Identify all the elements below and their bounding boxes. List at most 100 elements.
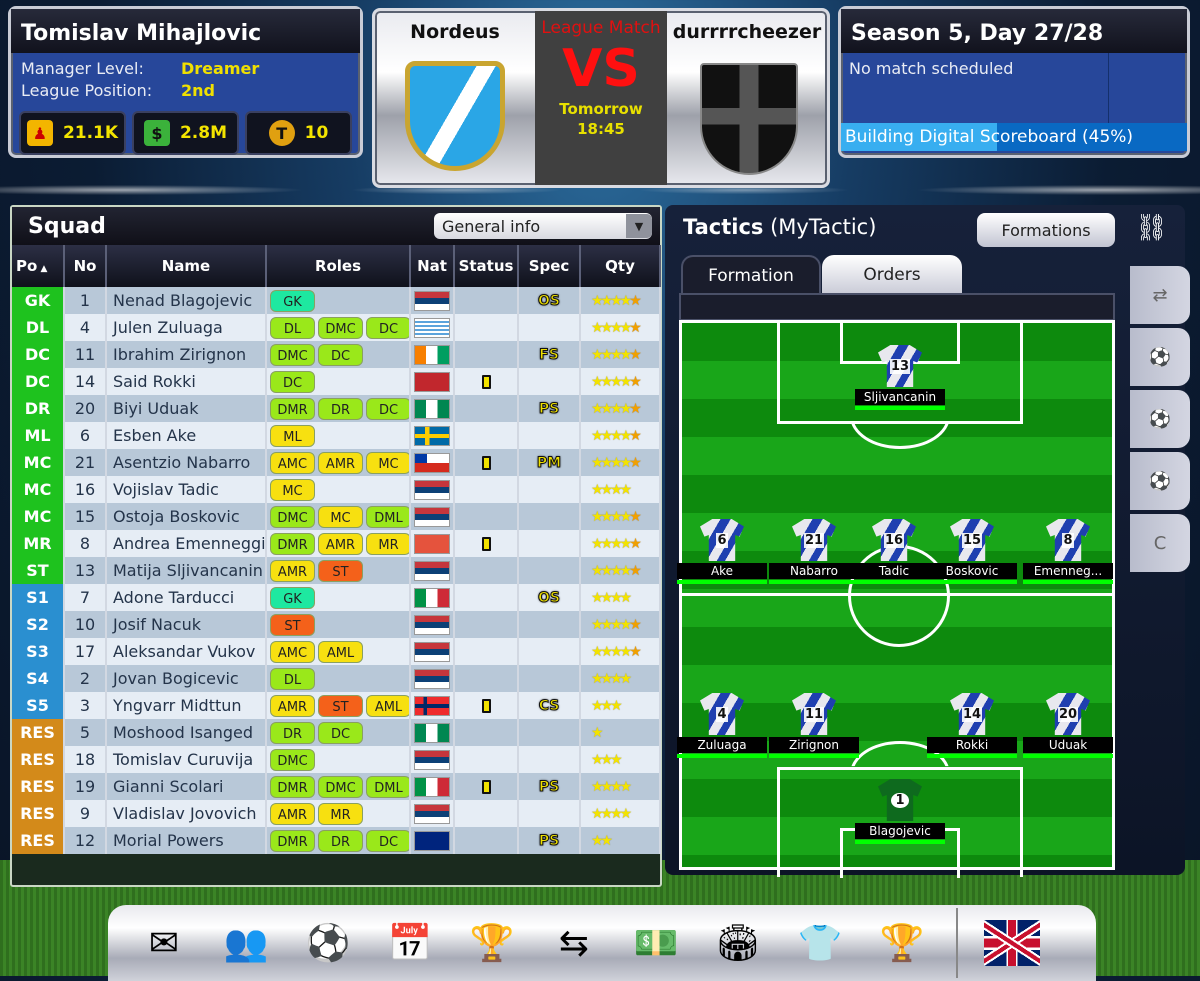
tab-orders[interactable]: Orders <box>822 255 962 295</box>
player-row[interactable]: S3 17 Aleksandar Vukov AMC AML ★★★★★ <box>12 638 661 665</box>
pitch-player[interactable]: 1 Blagojevic <box>855 779 945 844</box>
column-header-nat[interactable]: Nat <box>410 245 455 287</box>
player-row[interactable]: RES 19 Gianni Scolari DMR DMC DML PS ★★★★ <box>12 773 661 800</box>
side-tab-captain[interactable]: C <box>1130 514 1190 572</box>
name-cell[interactable]: Tomislav Curuvija <box>106 746 267 773</box>
shirt-icon: 11 <box>792 693 836 735</box>
pitch-player[interactable]: 15 Boskovic <box>927 519 1017 584</box>
pitch-player[interactable]: 4 Zuluaga <box>677 693 767 758</box>
name-cell[interactable]: Yngvarr Midttun <box>106 692 267 719</box>
side-tab-penalty[interactable]: ⚽ <box>1130 452 1190 510</box>
name-cell[interactable]: Said Rokki <box>106 368 267 395</box>
match-time: 18:45 <box>577 120 625 138</box>
condition-bar <box>855 840 945 844</box>
player-row[interactable]: MC 21 Asentzio Nabarro AMC AMR MC PM ★★★★★ <box>12 449 661 476</box>
dock-finances-button[interactable]: 💵 <box>628 915 684 971</box>
dock-stadium-button[interactable]: 🏟 <box>710 915 766 971</box>
number-cell: 5 <box>64 719 107 746</box>
role-badge: MC <box>318 505 363 528</box>
player-row[interactable]: DL 4 Julen Zuluaga DL DMC DC ★★★★★ <box>12 314 661 341</box>
name-cell[interactable]: Nenad Blagojevic <box>106 287 267 314</box>
name-cell[interactable]: Moshood Isanged <box>106 719 267 746</box>
column-header-status[interactable]: Status <box>454 245 519 287</box>
name-cell[interactable]: Gianni Scolari <box>106 773 267 800</box>
formation-pitch[interactable]: 13 Sljivancanin 6 Ake 21 Nabarro 16 Tadic 15 Bosk… <box>677 320 1115 878</box>
name-cell[interactable]: Esben Ake <box>106 422 267 449</box>
player-row[interactable]: DC 14 Said Rokki DC ★★★★★ <box>12 368 661 395</box>
formations-button[interactable]: Formations <box>977 213 1115 247</box>
column-header-no[interactable]: No <box>64 245 107 287</box>
player-row[interactable]: MC 16 Vojislav Tadic MC ★★★★ <box>12 476 661 503</box>
name-cell[interactable]: Biyi Uduak <box>106 395 267 422</box>
tactics-editor-icon[interactable]: ⛓ <box>1135 213 1171 253</box>
name-cell[interactable]: Asentzio Nabarro <box>106 449 267 476</box>
dock-club-button[interactable]: 👕 <box>792 915 848 971</box>
next-match-panel[interactable]: Nordeus League Match VS Tomorrow 18:45 d… <box>372 8 830 188</box>
name-cell[interactable]: Vladislav Jovovich <box>106 800 267 827</box>
name-cell[interactable]: Ostoja Boskovic <box>106 503 267 530</box>
name-cell[interactable]: Jovan Bogicevic <box>106 665 267 692</box>
column-header-qty[interactable]: Qty <box>580 245 661 287</box>
dock-separator <box>956 908 958 978</box>
name-cell[interactable]: Ibrahim Zirignon <box>106 341 267 368</box>
column-header-po[interactable]: Po ▲ <box>12 245 65 287</box>
player-row[interactable]: S4 2 Jovan Bogicevic DL ★★★★ <box>12 665 661 692</box>
pitch-player[interactable]: 20 Uduak <box>1023 693 1113 758</box>
player-row[interactable]: GK 1 Nenad Blagojevic GK OS ★★★★★ <box>12 287 661 314</box>
pitch-player[interactable]: 11 Zirignon <box>769 693 859 758</box>
captain-icon: C <box>1153 532 1167 554</box>
dock-mail-button[interactable]: ✉ <box>136 915 192 971</box>
column-header-roles[interactable]: Roles <box>266 245 411 287</box>
pitch-player[interactable]: 6 Ake <box>677 519 767 584</box>
name-cell[interactable]: Josif Nacuk <box>106 611 267 638</box>
view-select[interactable]: General info ▼ <box>434 213 652 239</box>
player-row[interactable]: RES 12 Morial Powers DMR DR DC PS ★★ <box>12 827 661 854</box>
player-row[interactable]: DR 20 Biyi Uduak DMR DR DC PS ★★★★★ <box>12 395 661 422</box>
player-row[interactable]: RES 9 Vladislav Jovovich AMR MR ★★★★ <box>12 800 661 827</box>
player-row[interactable]: S1 7 Adone Tarducci GK OS ★★★★ <box>12 584 661 611</box>
tokens-stat[interactable]: T 10 <box>245 111 352 155</box>
build-progress-bar: Building Digital Scoreboard (45%) <box>841 123 1187 151</box>
dock-training-button[interactable]: ⚽ <box>300 915 356 971</box>
dock-squad-button[interactable]: 👥 <box>218 915 274 971</box>
player-row[interactable]: ML 6 Esben Ake ML ★★★★★ <box>12 422 661 449</box>
name-cell[interactable]: Morial Powers <box>106 827 267 854</box>
player-row[interactable]: MR 8 Andrea Emenneggi DMR AMR MR ★★★★★ <box>12 530 661 557</box>
dock-language-uk-button[interactable] <box>984 915 1040 971</box>
dock-league-button[interactable]: 🏆 <box>464 915 520 971</box>
column-header-spec[interactable]: Spec <box>518 245 581 287</box>
pitch-player[interactable]: 21 Nabarro <box>769 519 859 584</box>
name-cell[interactable]: Adone Tarducci <box>106 584 267 611</box>
player-row[interactable]: DC 11 Ibrahim Zirignon DMC DC FS ★★★★★ <box>12 341 661 368</box>
pitch-player[interactable]: 8 Emenneg... <box>1023 519 1113 584</box>
player-row[interactable]: MC 15 Ostoja Boskovic DMC MC DML ★★★★★ <box>12 503 661 530</box>
side-tab-set-piece-corner[interactable]: ⚽ <box>1130 328 1190 386</box>
name-cell[interactable]: Julen Zuluaga <box>106 314 267 341</box>
roles-cell: DMR AMR MR <box>266 530 411 557</box>
pitch-player[interactable]: 16 Tadic <box>849 519 939 584</box>
tab-formation[interactable]: Formation <box>681 255 821 295</box>
pitch-player[interactable]: 14 Rokki <box>927 693 1017 758</box>
dock-calendar-button[interactable]: 📅 <box>382 915 438 971</box>
column-header-name[interactable]: Name <box>106 245 267 287</box>
player-row[interactable]: ST 13 Matija Sljivancanin AMR ST ★★★★★ <box>12 557 661 584</box>
side-tab-swap-players[interactable]: ⇄ <box>1130 266 1190 324</box>
side-tab-free-kick[interactable]: ⚽ <box>1130 390 1190 448</box>
flag-chile-icon <box>414 452 450 473</box>
player-row[interactable]: S5 3 Yngvarr Midttun AMR ST AML CS ★★★ <box>12 692 661 719</box>
pitch-player-name: Nabarro <box>769 563 859 579</box>
dock-transfers-button[interactable]: ⇆ <box>546 915 602 971</box>
player-row[interactable]: RES 18 Tomislav Curuvija DMC ★★★ <box>12 746 661 773</box>
dock-trophies-button[interactable]: 🏆 <box>874 915 930 971</box>
name-cell[interactable]: Vojislav Tadic <box>106 476 267 503</box>
roles-cell: DMR DR DC <box>266 827 411 854</box>
pitch-player[interactable]: 13 Sljivancanin <box>855 345 945 410</box>
role-badge: DL <box>270 667 315 690</box>
player-row[interactable]: S2 10 Josif Nacuk ST ★★★★★ <box>12 611 661 638</box>
player-row[interactable]: RES 5 Moshood Isanged DR DC ★ <box>12 719 661 746</box>
name-cell[interactable]: Andrea Emenneggi <box>106 530 267 557</box>
manager-level: Dreamer <box>181 59 260 78</box>
name-cell[interactable]: Aleksandar Vukov <box>106 638 267 665</box>
quality-stars: ★★★ <box>580 692 661 719</box>
name-cell[interactable]: Matija Sljivancanin <box>106 557 267 584</box>
